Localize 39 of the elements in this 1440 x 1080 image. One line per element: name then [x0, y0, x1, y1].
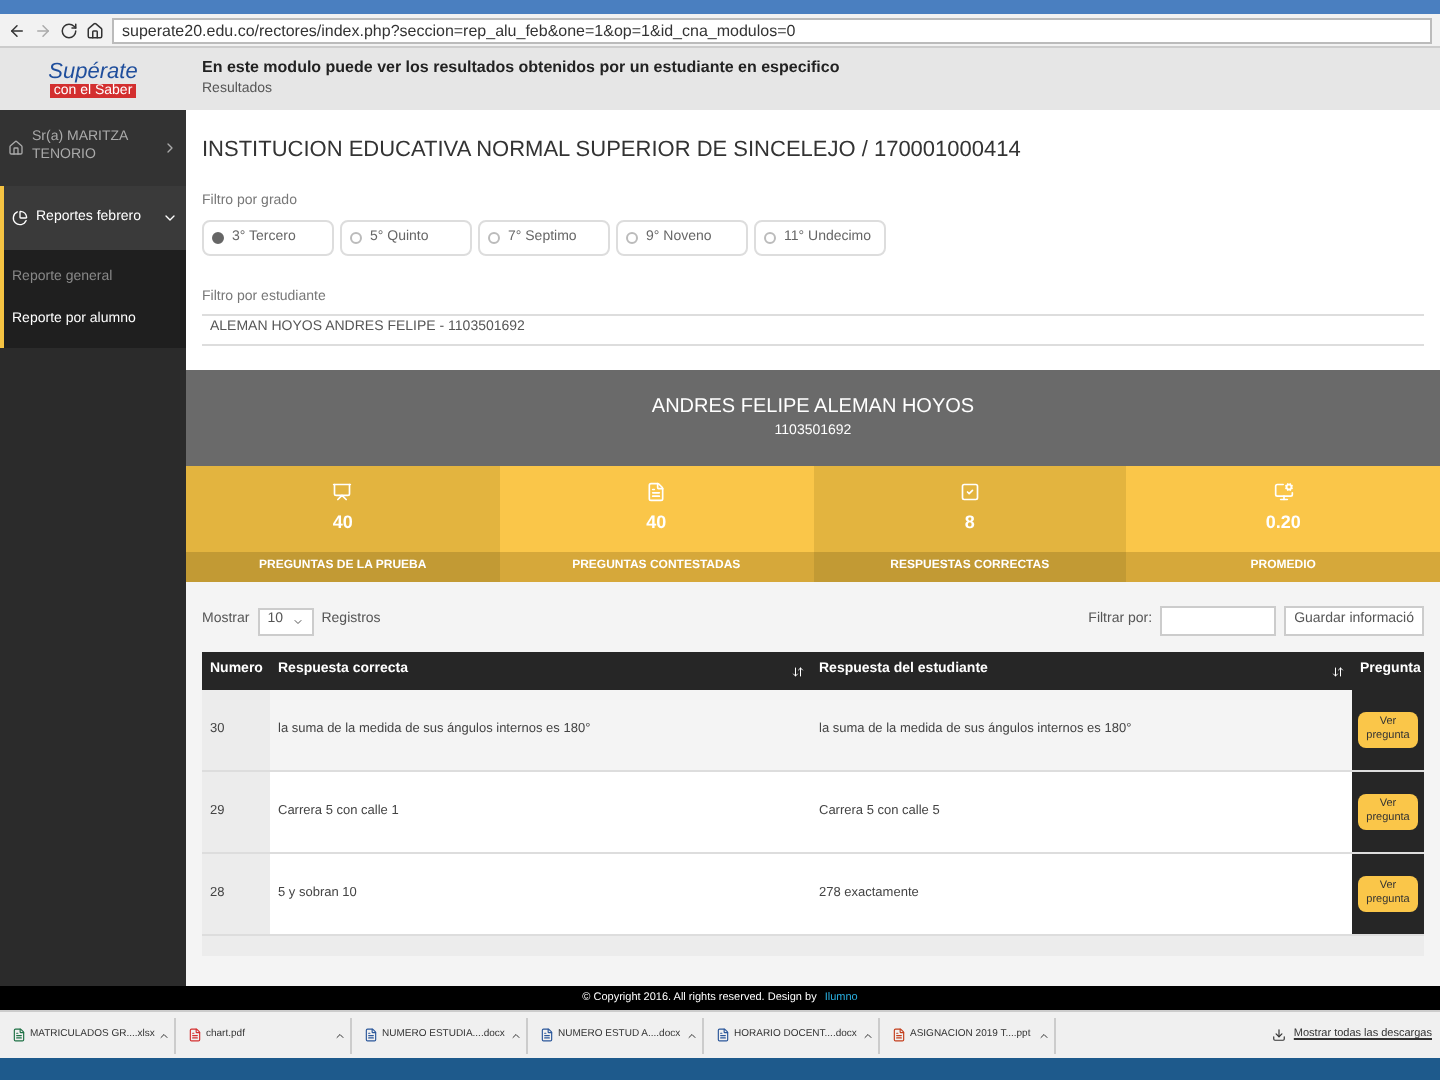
stat-value: 8 — [964, 509, 975, 535]
chevron-icon — [162, 140, 178, 156]
student-name: ANDRES FELIPE ALEMAN HOYOS — [651, 393, 975, 422]
radio-icon[interactable] — [626, 232, 638, 244]
caret-icon[interactable] — [686, 1029, 698, 1041]
caret-icon[interactable] — [862, 1029, 874, 1041]
address-bar[interactable]: superate20.edu.co/rectores/index.php?seccion=rep_alu_feb&one=1&op=1&id_cna_modulos=0 — [112, 17, 1432, 43]
pie-chart-icon — [12, 210, 28, 226]
download-icon[interactable] — [1271, 1028, 1286, 1042]
home-icon — [8, 140, 24, 156]
caret-icon[interactable] — [1038, 1029, 1050, 1041]
file-icon — [892, 1028, 906, 1042]
institution-title: INSTITUCION EDUCATIVA NORMAL SUPERIOR DE SINCELEJO / 170001000414 — [202, 136, 1023, 166]
caret-icon[interactable] — [158, 1029, 171, 1041]
filter-input[interactable] — [1160, 606, 1277, 636]
chevron-icon — [162, 210, 178, 226]
stat-value: 40 — [332, 509, 353, 535]
caret-icon[interactable] — [510, 1029, 522, 1041]
forward-icon[interactable] — [34, 21, 52, 39]
radio-icon[interactable] — [764, 232, 776, 244]
sort-icon[interactable] — [791, 665, 803, 677]
file-icon — [12, 1028, 26, 1042]
stat-value: 0.20 — [1265, 509, 1301, 535]
home-icon[interactable] — [86, 21, 104, 39]
file-icon — [364, 1028, 378, 1042]
file-icon — [716, 1028, 730, 1042]
file-icon — [188, 1028, 202, 1042]
checkbox-icon — [959, 481, 980, 501]
back-icon[interactable] — [8, 21, 26, 39]
caret-icon[interactable] — [334, 1029, 346, 1041]
caret-icon — [291, 615, 304, 627]
radio-icon[interactable] — [350, 232, 362, 244]
radio-icon[interactable] — [488, 232, 500, 244]
stat-value: 40 — [646, 509, 667, 535]
reload-icon[interactable] — [60, 21, 78, 39]
radio-icon[interactable] — [212, 232, 224, 244]
page-title: En este modulo puede ver los resultados obtenidos por un estudiante en especifico — [202, 56, 842, 81]
file-icon — [540, 1028, 554, 1042]
sort-icon[interactable] — [1332, 665, 1344, 677]
